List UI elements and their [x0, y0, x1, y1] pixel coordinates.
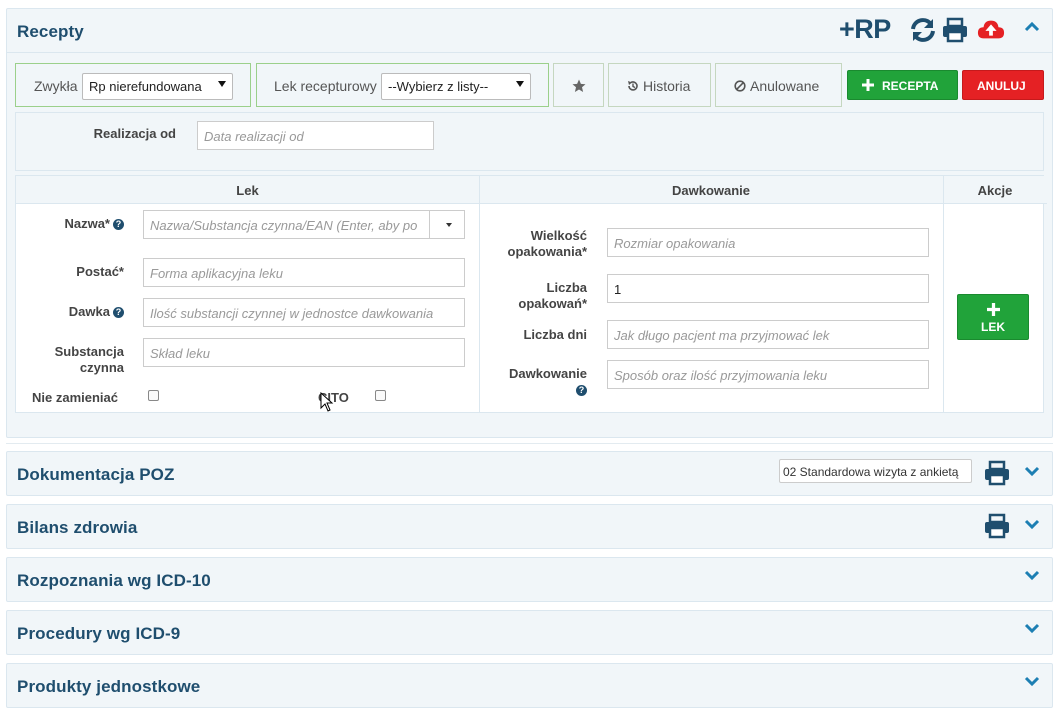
substancja-input[interactable]: Skład leku — [143, 338, 465, 367]
lek-recepturowy-label: Lek recepturowy — [274, 78, 377, 94]
dawkowanie-input[interactable]: Sposób oraz ilość przyjmowania leku — [607, 360, 929, 389]
procedury-icd9-panel[interactable]: Procedury wg ICD-9 — [6, 610, 1053, 655]
zwykla-label: Zwykła — [34, 78, 78, 94]
column-header-lek: Lek — [16, 176, 479, 204]
section-divider — [6, 443, 1053, 444]
chevron-down-icon[interactable] — [1024, 516, 1040, 532]
recepty-panel: Recepty +RP Zwykła Rp nierefundowana Lek… — [6, 8, 1053, 438]
plus-icon — [987, 303, 1000, 316]
produkty-jednostkowe-panel[interactable]: Produkty jednostkowe — [6, 663, 1053, 708]
realizacja-label: Realizacja od — [93, 126, 176, 141]
anulowane-label: Anulowane — [750, 78, 820, 94]
add-lek-button[interactable]: LEK — [957, 294, 1029, 340]
nie-zamieniac-checkbox[interactable] — [148, 390, 159, 401]
cloud-upload-icon[interactable] — [977, 17, 1005, 43]
wielkosc-label-line2: opakowania* — [507, 244, 587, 259]
recepty-title: Recepty — [17, 22, 84, 41]
produkty-jednostkowe-title: Produkty jednostkowe — [17, 677, 201, 696]
liczba-dni-input[interactable]: Jak długo pacjent ma przyjmować lek — [607, 320, 929, 349]
nazwa-label: Nazwa*? — [26, 216, 124, 232]
liczba-opakowan-label: Liczba opakowań* — [486, 280, 587, 312]
chevron-down-icon[interactable] — [1024, 463, 1040, 479]
prescription-type-value: Rp nierefundowana — [89, 79, 202, 94]
favorites-button[interactable] — [553, 63, 604, 107]
wielkosc-input[interactable]: Rozmiar opakowania — [607, 228, 929, 257]
substancja-label-line2: czynna — [79, 360, 124, 375]
lek-recepturowy-value: --Wybierz z listy-- — [388, 79, 489, 94]
recepta-label: RECEPTA — [882, 79, 939, 93]
question-circle-icon[interactable]: ? — [113, 307, 124, 318]
cito-checkbox[interactable] — [375, 390, 386, 401]
rozpoznania-icd10-panel[interactable]: Rozpoznania wg ICD-10 — [6, 557, 1053, 602]
anuluj-button[interactable]: ANULUJ — [962, 70, 1044, 100]
liczba-dni-label: Liczba dni — [523, 327, 587, 342]
recepty-header[interactable]: Recepty +RP — [7, 9, 1052, 53]
dawka-label-text: Dawka — [68, 304, 110, 319]
visit-template-select[interactable]: 02 Standardowa wizyta z ankietą — [779, 459, 972, 483]
print-icon[interactable] — [983, 460, 1011, 486]
realizacja-row: Realizacja od Data realizacji od — [15, 112, 1044, 171]
print-icon[interactable] — [941, 17, 969, 43]
liczba-opakowan-label-line1: Liczba — [546, 280, 587, 295]
chevron-down-icon[interactable] — [1024, 620, 1040, 636]
substancja-label: Substancja czynna — [26, 344, 124, 376]
wielkosc-label-line1: Wielkość — [530, 228, 587, 243]
print-icon[interactable] — [983, 513, 1011, 539]
chevron-down-icon[interactable] — [1024, 567, 1040, 583]
mouse-cursor-icon — [320, 392, 334, 412]
add-recepta-button[interactable]: RECEPTA — [847, 70, 958, 100]
recepty-toolbar: Zwykła Rp nierefundowana Lek recepturowy… — [15, 63, 1044, 107]
substancja-label-line1: Substancja — [54, 344, 124, 359]
liczba-opakowan-input[interactable]: 1 — [607, 274, 929, 303]
caret-down-icon — [516, 81, 524, 87]
sync-icon[interactable] — [909, 17, 937, 43]
caret-down-icon — [218, 81, 226, 87]
anulowane-button[interactable]: Anulowane — [715, 63, 842, 107]
ban-icon — [734, 80, 746, 92]
liczba-opakowan-label-line2: opakowań* — [518, 296, 587, 311]
anuluj-label: ANULUJ — [977, 79, 1026, 93]
lek-recepturowy-group: Lek recepturowy --Wybierz z listy-- — [256, 63, 549, 107]
wielkosc-label: Wielkość opakowania* — [486, 228, 587, 260]
lek-button-label: LEK — [981, 320, 1005, 334]
history-icon — [628, 81, 638, 91]
nazwa-input[interactable]: Nazwa/Substancja czynna/EAN (Enter, aby … — [143, 210, 430, 239]
add-rp-button[interactable]: +RP — [839, 14, 891, 45]
rozpoznania-icd10-title: Rozpoznania wg ICD-10 — [17, 571, 211, 590]
column-divider — [943, 176, 944, 412]
zwykla-group: Zwykła Rp nierefundowana — [15, 63, 251, 107]
nazwa-label-text: Nazwa* — [64, 216, 110, 231]
prescription-type-select[interactable]: Rp nierefundowana — [82, 73, 233, 100]
plus-icon — [862, 79, 874, 91]
bilans-zdrowia-title: Bilans zdrowia — [17, 518, 138, 537]
chevron-up-icon[interactable] — [1024, 19, 1040, 35]
chevron-down-icon[interactable] — [1024, 673, 1040, 689]
bilans-zdrowia-panel[interactable]: Bilans zdrowia — [6, 504, 1053, 549]
question-circle-icon[interactable]: ? — [113, 219, 124, 230]
historia-label: Historia — [643, 78, 691, 94]
question-circle-icon[interactable]: ? — [576, 385, 587, 396]
dawka-input[interactable]: Ilość substancji czynnej w jednostce daw… — [143, 298, 465, 327]
column-divider — [479, 176, 480, 412]
lek-table: Lek Dawkowanie Akcje Nazwa*? Nazwa/Subst… — [15, 175, 1047, 413]
column-header-dawkowanie: Dawkowanie — [479, 176, 943, 204]
postac-input[interactable]: Forma aplikacyjna leku — [143, 258, 465, 287]
realizacja-date-input[interactable]: Data realizacji od — [197, 121, 434, 150]
dawka-label: Dawka? — [26, 304, 124, 320]
dokumentacja-poz-panel[interactable]: Dokumentacja POZ 02 Standardowa wizyta z… — [6, 451, 1053, 496]
dawkowanie-label-text: Dawkowanie — [508, 366, 587, 381]
dawkowanie-label: Dawkowanie ? — [486, 366, 587, 398]
dokumentacja-poz-title: Dokumentacja POZ — [17, 465, 175, 484]
lek-recepturowy-select[interactable]: --Wybierz z listy-- — [381, 73, 531, 100]
column-header-akcje: Akcje — [943, 176, 1047, 204]
procedury-icd9-title: Procedury wg ICD-9 — [17, 624, 181, 643]
historia-button[interactable]: Historia — [608, 63, 711, 107]
nie-zamieniac-label: Nie zamieniać — [32, 390, 118, 405]
nazwa-dropdown-button[interactable] — [429, 210, 465, 239]
postac-label: Postać* — [76, 264, 124, 279]
caret-down-icon — [446, 223, 452, 227]
star-icon — [572, 79, 586, 92]
